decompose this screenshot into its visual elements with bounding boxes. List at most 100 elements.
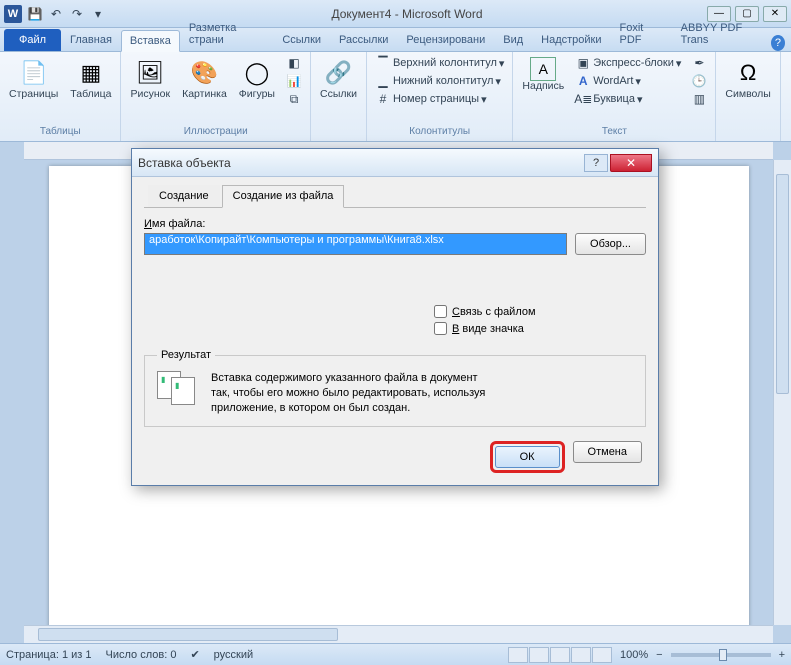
tab-review[interactable]: Рецензировани — [397, 29, 494, 51]
zoom-thumb[interactable] — [719, 649, 727, 661]
statusbar: Страница: 1 из 1 Число слов: 0 ✔ русский… — [0, 643, 791, 665]
quickparts-button[interactable]: ▣Экспресс-блоки ▾ — [571, 54, 685, 72]
table-icon: ▦ — [75, 57, 107, 89]
dialog-titlebar[interactable]: Вставка объекта ? ✕ — [132, 149, 658, 177]
group-label-hf: Колонтитулы — [371, 124, 508, 139]
tab-layout[interactable]: Разметка страни — [180, 17, 274, 51]
dialog-help-button[interactable]: ? — [584, 154, 608, 172]
horizontal-scrollbar[interactable] — [24, 625, 773, 643]
status-proof-icon[interactable]: ✔ — [190, 648, 199, 661]
filename-input[interactable]: аработок\Копирайт\Компьютеры и программы… — [144, 233, 567, 255]
pagenum-button[interactable]: #Номер страницы ▾ — [371, 90, 508, 108]
pages-icon: 📄 — [18, 57, 50, 89]
tab-create-new[interactable]: Создание — [148, 185, 220, 207]
zoom-level[interactable]: 100% — [620, 649, 648, 661]
tab-view[interactable]: Вид — [494, 29, 532, 51]
group-symbols: Ω Символы — [716, 52, 780, 141]
textbox-button[interactable]: A Надпись — [517, 54, 569, 96]
symbols-button[interactable]: Ω Символы — [720, 54, 775, 104]
group-illustrations: 🖼 Рисунок 🎨 Картинка ◯ Фигуры ◧ 📊 ⧉ Иллю… — [121, 52, 311, 141]
footer-button[interactable]: ▁Нижний колонтитул ▾ — [371, 72, 508, 90]
tab-file[interactable]: Файл — [4, 29, 61, 51]
pages-button[interactable]: 📄 Страницы — [4, 54, 63, 104]
view-draft[interactable] — [592, 647, 612, 663]
undo-icon[interactable]: ↶ — [47, 5, 65, 23]
chart-button[interactable]: 📊 — [282, 72, 306, 90]
ok-button-highlight: ОК — [490, 441, 565, 473]
status-page[interactable]: Страница: 1 из 1 — [6, 649, 92, 661]
result-text: Вставка содержимого указанного файла в д… — [211, 371, 491, 416]
wordart-button[interactable]: AWordArt ▾ — [571, 72, 685, 90]
tab-references[interactable]: Ссылки — [273, 29, 330, 51]
view-print-layout[interactable] — [508, 647, 528, 663]
group-tables: 📄 Страницы ▦ Таблица Таблицы — [0, 52, 121, 141]
link-icon: 🔗 — [322, 57, 354, 89]
display-as-icon-checkbox[interactable]: В виде значка — [434, 322, 646, 335]
omega-icon: Ω — [732, 57, 764, 89]
vertical-scrollbar[interactable] — [773, 160, 791, 625]
status-words[interactable]: Число слов: 0 — [106, 649, 177, 661]
tab-abbyy[interactable]: ABBYY PDF Trans — [672, 17, 771, 51]
object-button[interactable]: ▥ — [687, 90, 711, 108]
tab-home[interactable]: Главная — [61, 29, 121, 51]
signature-button[interactable]: ✒ — [687, 54, 711, 72]
footer-icon: ▁ — [375, 73, 391, 89]
view-outline[interactable] — [571, 647, 591, 663]
pagenum-icon: # — [375, 91, 391, 107]
links-button[interactable]: 🔗 Ссылки — [315, 54, 362, 104]
save-icon[interactable]: 💾 — [26, 5, 44, 23]
scroll-thumb[interactable] — [776, 174, 789, 394]
link-to-file-checkbox[interactable]: Связь с файлом — [434, 305, 646, 318]
view-web[interactable] — [550, 647, 570, 663]
dialog-tabs: Создание Создание из файла — [144, 185, 646, 208]
quickparts-icon: ▣ — [575, 55, 591, 71]
help-icon[interactable]: ? — [771, 35, 785, 51]
datetime-icon: 🕒 — [691, 73, 707, 89]
smartart-icon: ◧ — [286, 55, 302, 71]
dropcap-button[interactable]: A≣Буквица ▾ — [571, 90, 685, 108]
quick-access-toolbar: 💾 ↶ ↷ ▾ — [26, 5, 107, 23]
zoom-out-icon[interactable]: − — [656, 649, 662, 661]
redo-icon[interactable]: ↷ — [68, 5, 86, 23]
browse-button[interactable]: Обзор... — [575, 233, 646, 255]
result-fieldset: Результат Вставка содержимого указанного… — [144, 349, 646, 427]
header-button[interactable]: ▔Верхний колонтитул ▾ — [371, 54, 508, 72]
group-label-tables: Таблицы — [4, 124, 116, 139]
tab-insert[interactable]: Вставка — [121, 30, 180, 52]
group-header-footer: ▔Верхний колонтитул ▾ ▁Нижний колонтитул… — [367, 52, 513, 141]
cancel-button[interactable]: Отмена — [573, 441, 642, 463]
result-legend: Результат — [157, 349, 215, 361]
ribbon-tabs: Файл Главная Вставка Разметка страни Ссы… — [0, 28, 791, 52]
signature-icon: ✒ — [691, 55, 707, 71]
smartart-button[interactable]: ◧ — [282, 54, 306, 72]
status-language[interactable]: русский — [214, 649, 253, 661]
ok-button[interactable]: ОК — [495, 446, 560, 468]
checkbox-area: Связь с файлом В виде значка — [434, 305, 646, 335]
screenshot-button[interactable]: ⧉ — [282, 90, 306, 108]
textbox-icon: A — [530, 57, 556, 81]
table-button[interactable]: ▦ Таблица — [65, 54, 116, 104]
tab-create-from-file[interactable]: Создание из файла — [222, 185, 345, 208]
zoom-in-icon[interactable]: + — [779, 649, 785, 661]
dialog-close-button[interactable]: ✕ — [610, 154, 652, 172]
object-icon: ▥ — [691, 91, 707, 107]
app-icon: W — [4, 5, 22, 23]
datetime-button[interactable]: 🕒 — [687, 72, 711, 90]
tab-foxit[interactable]: Foxit PDF — [611, 17, 672, 51]
result-icon — [157, 371, 197, 405]
tab-mailings[interactable]: Рассылки — [330, 29, 397, 51]
qat-more-icon[interactable]: ▾ — [89, 5, 107, 23]
picture-button[interactable]: 🖼 Рисунок — [125, 54, 175, 104]
screenshot-icon: ⧉ — [286, 91, 302, 107]
view-fullscreen[interactable] — [529, 647, 549, 663]
tab-addins[interactable]: Надстройки — [532, 29, 610, 51]
clipart-button[interactable]: 🎨 Картинка — [177, 54, 232, 104]
dialog-footer: ОК Отмена — [144, 441, 646, 473]
scroll-thumb[interactable] — [38, 628, 338, 641]
header-icon: ▔ — [375, 55, 391, 71]
shapes-button[interactable]: ◯ Фигуры — [234, 54, 280, 104]
group-label-illustrations: Иллюстрации — [125, 124, 306, 139]
ribbon: 📄 Страницы ▦ Таблица Таблицы 🖼 Рисунок 🎨… — [0, 52, 791, 142]
zoom-slider[interactable] — [671, 653, 771, 657]
chart-icon: 📊 — [286, 73, 302, 89]
